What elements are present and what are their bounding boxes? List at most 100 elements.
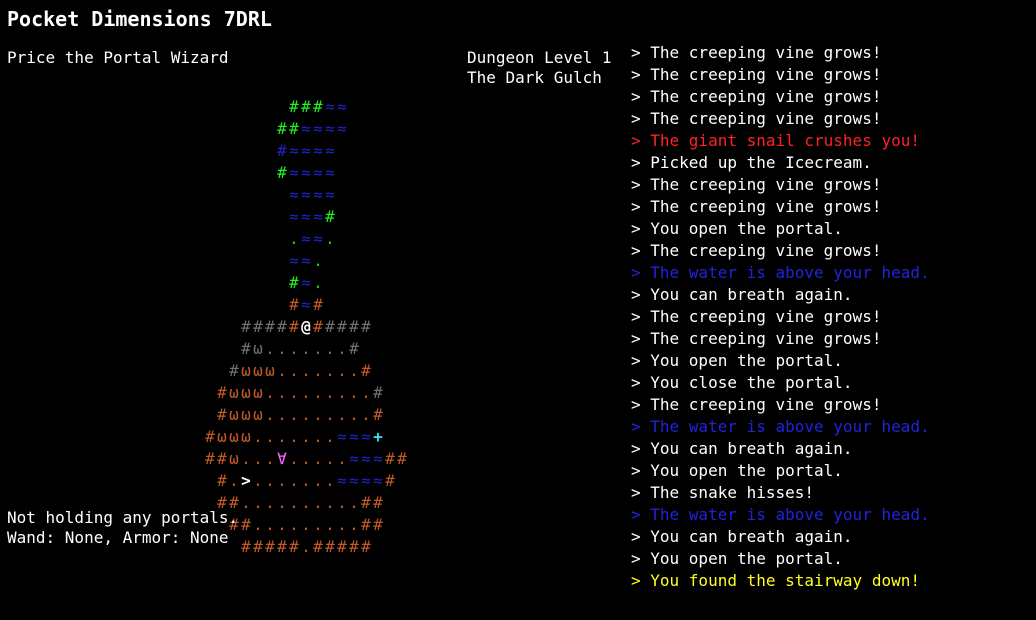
floor-tile: .: [349, 361, 359, 380]
log-message: > You open the portal.: [631, 351, 843, 370]
wall-tile: #: [217, 383, 227, 402]
floor-tile: .: [301, 361, 311, 380]
floor-tile: .: [325, 515, 335, 534]
plant-tile: ω: [253, 383, 263, 402]
portal: +: [373, 427, 383, 446]
log-message: > You found the stairway down!: [631, 571, 920, 590]
wall-tile: #: [361, 537, 371, 556]
plant-tile: ω: [217, 427, 227, 446]
plant-tile: ω: [241, 361, 251, 380]
water-tile: ≈: [313, 185, 323, 204]
log-message: > The creeping vine grows!: [631, 307, 882, 326]
water-tile: ≈: [325, 141, 335, 160]
wall-tile: #: [265, 537, 275, 556]
floor-tile: .: [301, 471, 311, 490]
wall-tile: #: [277, 317, 287, 336]
floor-tile: .: [253, 493, 263, 512]
water-tile: ≈: [289, 163, 299, 182]
equipment-status: Wand: None, Armor: None: [7, 528, 229, 547]
wall-tile: #: [229, 361, 239, 380]
floor-tile: .: [349, 383, 359, 402]
floor-tile: .: [253, 427, 263, 446]
floor-tile: .: [289, 449, 299, 468]
dungeon-map[interactable]: # # # ≈ ≈ # # ≈ ≈ ≈ ≈ # ≈ ≈ ≈ ≈ # ≈ ≈ ≈ ≈ ≈ ≈ ≈ ≈ ≈ ≈ ≈ #. ≈ ≈. ≈ ≈. # ≈. #…: [0, 0, 460, 556]
floor-tile: .: [313, 339, 323, 358]
water-tile: ≈: [337, 97, 347, 116]
monster: ∀: [277, 449, 287, 468]
floor-tile: .: [265, 471, 275, 490]
water-tile: ≈: [301, 229, 311, 248]
floor-tile: .: [313, 427, 323, 446]
water-tile: ≈: [349, 449, 359, 468]
wall-tile: #: [373, 493, 383, 512]
message-log: > The creeping vine grows! > The creeping…: [631, 42, 1031, 592]
floor-tile: .: [289, 515, 299, 534]
wall-tile: #: [217, 449, 227, 468]
floor-tile: .: [289, 361, 299, 380]
floor-tile: .: [301, 449, 311, 468]
floor-tile: .: [313, 361, 323, 380]
plant-tile: ω: [229, 427, 239, 446]
log-message: > The water is above your head.: [631, 263, 930, 282]
wall-tile: #: [241, 317, 251, 336]
floor-tile: .: [277, 427, 287, 446]
water-tile: ≈: [301, 207, 311, 226]
floor-tile: .: [253, 515, 263, 534]
water-tile: ≈: [313, 207, 323, 226]
wall-tile: #: [265, 317, 275, 336]
wall-tile: #: [301, 97, 311, 116]
wall-tile: #: [253, 537, 263, 556]
floor-tile: .: [325, 449, 335, 468]
plant-tile: ω: [253, 405, 263, 424]
floor-tile: .: [289, 229, 299, 248]
plant-tile: ω: [229, 383, 239, 402]
wall-tile: #: [349, 317, 359, 336]
wall-tile: #: [277, 141, 287, 160]
wall-tile: #: [277, 537, 287, 556]
water-tile: ≈: [289, 207, 299, 226]
wall-tile: #: [337, 537, 347, 556]
floor-tile: .: [313, 493, 323, 512]
log-message: > The water is above your head.: [631, 417, 930, 436]
floor-tile: .: [349, 493, 359, 512]
floor-tile: .: [253, 471, 263, 490]
water-tile: ≈: [337, 119, 347, 138]
log-message: > You open the portal.: [631, 549, 843, 568]
wall-tile: #: [241, 537, 251, 556]
log-message: > You open the portal.: [631, 219, 843, 238]
plant-tile: ω: [253, 361, 263, 380]
floor-tile: .: [301, 515, 311, 534]
floor-tile: .: [289, 471, 299, 490]
water-tile: ≈: [289, 185, 299, 204]
floor-tile: .: [325, 383, 335, 402]
wall-tile: #: [289, 317, 299, 336]
wall-tile: #: [289, 97, 299, 116]
floor-tile: .: [337, 383, 347, 402]
water-tile: ≈: [301, 141, 311, 160]
floor-tile: .: [301, 537, 311, 556]
wall-tile: #: [289, 295, 299, 314]
plant-tile: ω: [229, 449, 239, 468]
wall-tile: #: [277, 163, 287, 182]
wall-tile: #: [205, 427, 215, 446]
water-tile: ≈: [361, 427, 371, 446]
floor-tile: .: [301, 493, 311, 512]
log-message: > The creeping vine grows!: [631, 109, 882, 128]
water-tile: ≈: [313, 119, 323, 138]
plant-tile: ω: [241, 383, 251, 402]
floor-tile: .: [241, 449, 251, 468]
wall-tile: #: [373, 383, 383, 402]
floor-tile: .: [301, 427, 311, 446]
log-message: > The creeping vine grows!: [631, 329, 882, 348]
log-message: > The creeping vine grows!: [631, 43, 882, 62]
plant-tile: ω: [265, 361, 275, 380]
wall-tile: #: [313, 537, 323, 556]
floor-tile: .: [265, 449, 275, 468]
portal-status: Not holding any portals.: [7, 508, 239, 527]
floor-tile: .: [337, 515, 347, 534]
floor-tile: .: [289, 405, 299, 424]
wall-tile: #: [349, 339, 359, 358]
wall-tile: #: [325, 207, 335, 226]
floor-tile: .: [277, 493, 287, 512]
water-tile: ≈: [361, 449, 371, 468]
